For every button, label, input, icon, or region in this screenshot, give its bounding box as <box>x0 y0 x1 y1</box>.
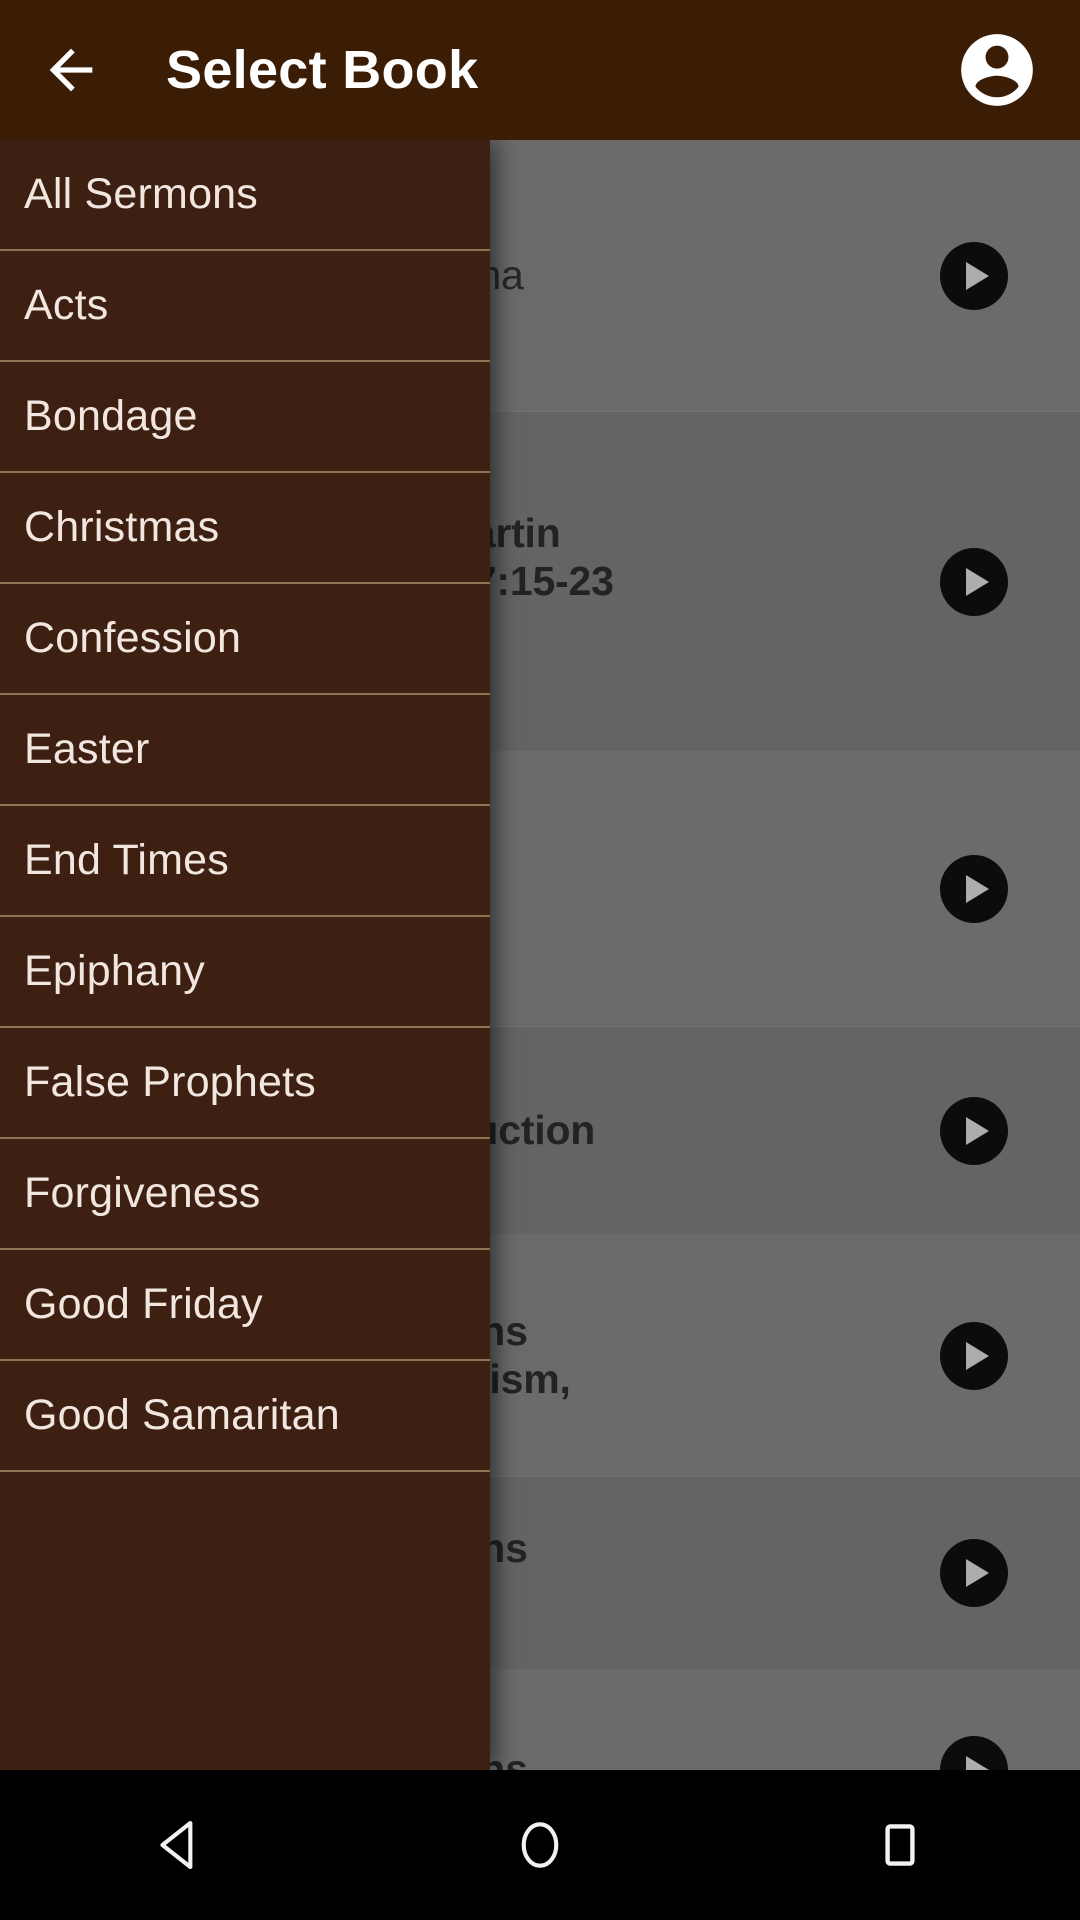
drawer-item-label: Good Samaritan <box>24 1391 340 1439</box>
account-button[interactable] <box>954 27 1040 113</box>
play-icon[interactable] <box>940 1735 1008 1770</box>
drawer-item-good-friday[interactable]: Good Friday <box>0 1250 490 1361</box>
triangle-back-icon <box>160 1820 193 1870</box>
play-icon[interactable] <box>940 1321 1008 1390</box>
app-bar: Select Book <box>0 0 1080 140</box>
page-title: Select Book <box>166 40 479 100</box>
drawer-item-easter[interactable]: Easter <box>0 695 490 806</box>
drawer-item-label: Acts <box>24 281 109 329</box>
drawer-item-forgiveness[interactable]: Forgiveness <box>0 1139 490 1250</box>
system-navigation-bar <box>0 1770 1080 1920</box>
drawer-item-label: Christmas <box>24 503 220 551</box>
drawer-item-bondage[interactable]: Bondage <box>0 362 490 473</box>
circle-home-icon <box>521 1822 559 1868</box>
drawer-item-end-times[interactable]: End Times <box>0 806 490 917</box>
nav-home-button[interactable] <box>450 1770 630 1920</box>
drawer-item-confession[interactable]: Confession <box>0 584 490 695</box>
navigation-drawer: All Sermons Acts Bondage Christmas Confe… <box>0 140 490 1770</box>
nav-back-button[interactable] <box>90 1770 270 1920</box>
play-icon[interactable] <box>940 241 1008 310</box>
play-icon[interactable] <box>940 855 1008 923</box>
drawer-item-label: Good Friday <box>24 1280 263 1328</box>
drawer-item-good-samaritan[interactable]: Good Samaritan <box>0 1361 490 1472</box>
drawer-item-label: End Times <box>24 836 229 884</box>
play-icon[interactable] <box>940 1539 1008 1607</box>
account-circle-icon <box>961 34 1033 106</box>
play-icon[interactable] <box>940 1096 1008 1165</box>
drawer-item-label: Epiphany <box>24 947 205 995</box>
drawer-item-label: Bondage <box>24 392 198 440</box>
drawer-item-epiphany[interactable]: Epiphany <box>0 917 490 1028</box>
drawer-item-acts[interactable]: Acts <box>0 251 490 362</box>
phone-screen: Sexagesima ohets" Martin Matthew 7:15-23… <box>0 0 1080 1920</box>
drawer-item-label: Easter <box>24 725 150 773</box>
drawer-item-all-sermons[interactable]: All Sermons <box>0 140 490 251</box>
drawer-item-label: All Sermons <box>24 170 258 218</box>
arrow-left-icon <box>49 48 93 92</box>
square-recents-icon <box>885 1824 915 1866</box>
drawer-item-label: Confession <box>24 614 242 662</box>
back-button[interactable] <box>16 0 126 140</box>
drawer-item-false-prophets[interactable]: False Prophets <box>0 1028 490 1139</box>
drawer-item-christmas[interactable]: Christmas <box>0 473 490 584</box>
drawer-item-label: Forgiveness <box>24 1169 261 1217</box>
drawer-item-label: False Prophets <box>24 1058 317 1106</box>
play-icon[interactable] <box>940 547 1008 616</box>
nav-recents-button[interactable] <box>810 1770 990 1920</box>
